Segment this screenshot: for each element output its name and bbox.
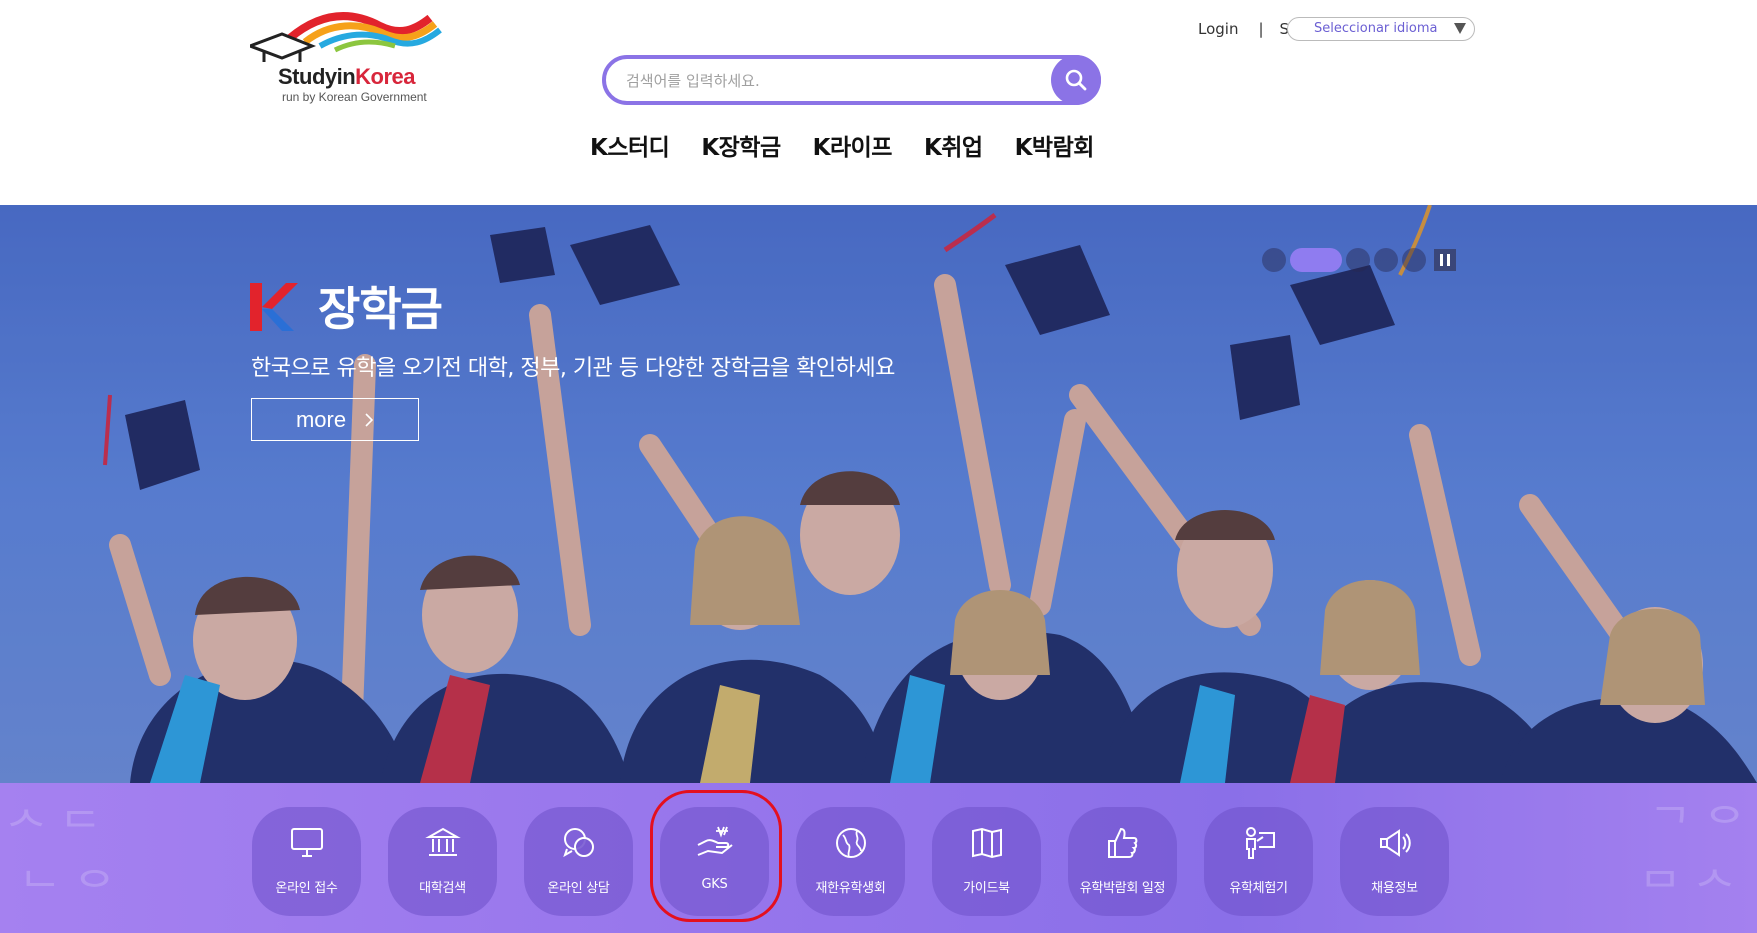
- quick-menu-list: 온라인 접수 대학검색 온라인 상담 GKS 재한유학생회 가이드북 유학박람회…: [252, 807, 1449, 916]
- quick-item-label: 채용정보: [1371, 881, 1418, 896]
- quick-study-experience[interactable]: 유학체험기: [1204, 807, 1313, 916]
- slide-dot-1[interactable]: [1262, 248, 1286, 272]
- search-box: [602, 55, 1101, 105]
- monitor-icon: [287, 823, 327, 863]
- quick-online-consultation[interactable]: 온라인 상담: [524, 807, 633, 916]
- quick-item-label: 온라인 상담: [547, 881, 610, 896]
- chat-bubbles-icon: [559, 823, 599, 863]
- decorative-hangul: ᄀ ᄋ: [1650, 800, 1745, 851]
- logo-tagline: run by Korean Government: [282, 90, 427, 104]
- hero-title: 장학금: [318, 282, 443, 336]
- main-nav: K스터디 K장학금 K라이프 K취업 K박람회: [590, 128, 1126, 162]
- quick-online-application[interactable]: 온라인 접수: [252, 807, 361, 916]
- more-button-label: more: [295, 406, 347, 432]
- quick-item-label: 유학체험기: [1229, 881, 1288, 896]
- thumbs-up-icon: [1103, 823, 1143, 863]
- quick-job-info[interactable]: 채용정보: [1340, 807, 1449, 916]
- pause-button[interactable]: [1434, 249, 1456, 271]
- language-select-value: Seleccionar idioma: [1314, 21, 1438, 36]
- quick-item-label: 유학박람회 일정: [1079, 881, 1166, 896]
- university-icon: [423, 823, 463, 863]
- quick-fair-schedule[interactable]: 유학박람회 일정: [1068, 807, 1177, 916]
- globe-icon: [831, 823, 871, 863]
- decorative-hangul: ᄉ ᄃ: [6, 804, 101, 855]
- chevron-right-icon: [365, 412, 374, 427]
- search-icon: [1065, 69, 1087, 91]
- dropdown-arrow-icon: [1454, 23, 1466, 34]
- quick-item-label: 대학검색: [419, 881, 466, 896]
- nav-item-k-scholarship[interactable]: K장학금: [701, 128, 781, 162]
- language-select[interactable]: Seleccionar idioma: [1287, 17, 1475, 41]
- megaphone-icon: [1375, 823, 1415, 863]
- more-button[interactable]: more: [251, 398, 419, 441]
- quick-menu-bar: ᄉ ᄃ ᄂ ᄋ ᄀ ᄋ ᄆ ᄉ 온라인 접수 대학검색 온라인 상담 GKS 재…: [0, 783, 1757, 933]
- quick-item-label: 재한유학생회: [815, 881, 886, 896]
- book-icon: [967, 823, 1007, 863]
- site-header: StudyinKorea run by Korean Government Lo…: [0, 0, 1757, 205]
- logo-wordmark: StudyinKorea: [278, 64, 416, 89]
- search-button[interactable]: [1051, 55, 1101, 105]
- slide-indicators: [1262, 248, 1456, 272]
- quick-guidebook[interactable]: 가이드북: [932, 807, 1041, 916]
- slide-dot-2[interactable]: [1290, 248, 1342, 272]
- top-links: Login | Si: [1198, 16, 1293, 42]
- hand-won-icon: [695, 823, 735, 863]
- quick-item-label: 가이드북: [963, 881, 1010, 896]
- hero-banner: 장학금 한국으로 유학을 오기전 대학, 정부, 기관 등 다양한 장학금을 확…: [0, 205, 1757, 783]
- quick-gks[interactable]: GKS: [660, 807, 769, 916]
- quick-item-label: 온라인 접수: [275, 881, 338, 896]
- nav-item-k-study[interactable]: K스터디: [590, 128, 670, 162]
- decorative-hangul: ᄆ ᄉ: [1640, 864, 1735, 915]
- search-input[interactable]: [626, 68, 1026, 94]
- nav-item-k-job[interactable]: K취업: [924, 128, 983, 162]
- slide-dot-4[interactable]: [1374, 248, 1398, 272]
- k-brand-icon: [250, 283, 298, 331]
- slide-dot-3[interactable]: [1346, 248, 1370, 272]
- logo-graphic: [245, 12, 442, 62]
- presenter-icon: [1239, 823, 1279, 863]
- quick-item-label: GKS: [701, 877, 728, 892]
- nav-item-k-life[interactable]: K라이프: [813, 128, 893, 162]
- top-links-separator: |: [1258, 20, 1264, 38]
- quick-university-search[interactable]: 대학검색: [388, 807, 497, 916]
- slide-dot-5[interactable]: [1402, 248, 1426, 272]
- site-logo[interactable]: StudyinKorea run by Korean Government: [245, 8, 460, 108]
- decorative-hangul: ᄂ ᄋ: [20, 864, 115, 915]
- nav-item-k-fair[interactable]: K박람회: [1015, 128, 1095, 162]
- quick-student-association[interactable]: 재한유학생회: [796, 807, 905, 916]
- hero-subtitle: 한국으로 유학을 오기전 대학, 정부, 기관 등 다양한 장학금을 확인하세요: [251, 356, 895, 381]
- login-link[interactable]: Login: [1198, 20, 1238, 38]
